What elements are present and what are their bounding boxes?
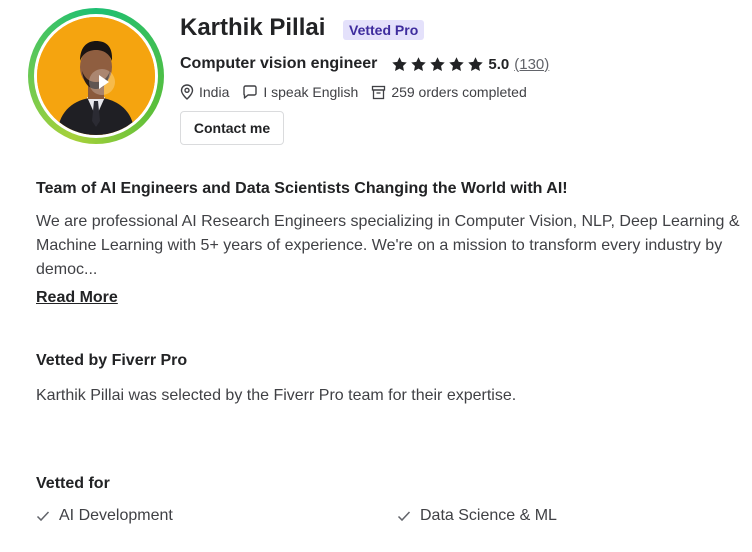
vetted-by-title: Vetted by Fiverr Pro [36, 352, 188, 369]
vetted-skill-label: Data Science & ML [420, 507, 557, 524]
profile-name: Karthik Pillai [180, 14, 326, 41]
about-headline: Team of AI Engineers and Data Scientists… [36, 180, 568, 197]
checkmark-icon [397, 511, 411, 522]
vetted-skill-item: Data Science & ML [397, 507, 557, 525]
vetted-pro-badge: Vetted Pro [343, 20, 425, 40]
about-description: We are professional AI Research Engineer… [36, 213, 740, 278]
play-icon[interactable] [89, 69, 115, 95]
rating-value: 5.0 [488, 55, 510, 73]
vetted-for-title: Vetted for [36, 475, 110, 492]
location: India [180, 84, 229, 100]
location-pin-icon [180, 84, 194, 100]
vetted-skill-item: AI Development [36, 507, 173, 525]
vetted-skill-label: AI Development [59, 507, 173, 524]
avatar-ring [28, 8, 164, 144]
checkmark-icon [36, 511, 50, 522]
profile-meta: India I speak English 259 orders complet… [180, 82, 540, 102]
star-icon [430, 56, 446, 71]
star-icon [468, 56, 484, 71]
review-count-link[interactable]: (130) [514, 56, 549, 73]
language: I speak English [242, 84, 358, 100]
avatar-inner [34, 14, 158, 138]
orders-text: 259 orders completed [391, 84, 527, 100]
title-rating-row: Computer vision engineer 5.0 (130) [180, 54, 549, 74]
star-rating [391, 56, 486, 73]
avatar[interactable] [37, 17, 155, 135]
orders: 259 orders completed [371, 84, 527, 100]
star-icon [411, 56, 427, 71]
star-icon [449, 56, 465, 71]
language-text: I speak English [263, 84, 359, 100]
contact-me-button[interactable]: Contact me [180, 111, 284, 145]
speech-bubble-icon [243, 84, 258, 99]
orders-box-icon [372, 85, 386, 99]
read-more-link[interactable]: Read More [36, 289, 118, 307]
star-icon [392, 56, 408, 71]
location-text: India [199, 84, 230, 100]
job-title: Computer vision engineer [180, 55, 378, 72]
vetted-by-description: Karthik Pillai was selected by the Fiver… [36, 387, 517, 404]
